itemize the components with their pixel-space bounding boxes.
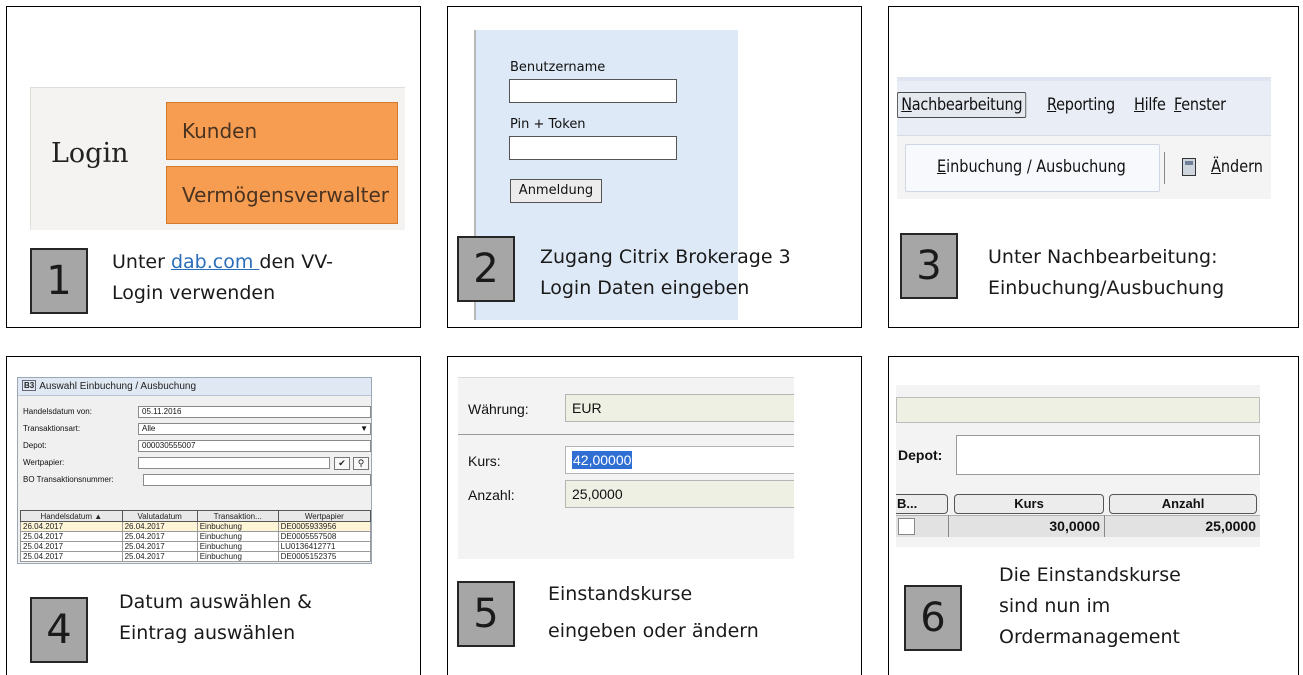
order-management-screenshot: Depot: B... Kurs Anzahl 30,0000 25,0000 — [896, 385, 1260, 547]
currency-label: Währung: — [468, 401, 529, 417]
bo-transaction-number-field[interactable] — [143, 474, 371, 486]
calculator-icon — [1182, 158, 1196, 176]
login-label: Login — [51, 138, 129, 169]
submenu-toolbar: Einbuchung / Ausbuchung Ändern — [897, 135, 1271, 199]
column-header[interactable]: Valutadatum — [121, 510, 198, 522]
menu-bar: Nachbearbeitung Reporting Hilfe Fenster — [897, 77, 1271, 135]
field-label: Wertpapier: — [23, 458, 65, 467]
step-4-panel: B3 Auswahl Einbuchung / Ausbuchung Handel… — [6, 356, 421, 675]
step-caption: Die Einstandskurse sind nun im Ordermana… — [999, 564, 1181, 648]
security-field[interactable] — [138, 457, 330, 469]
menu-reporting[interactable]: Reporting — [1047, 95, 1115, 115]
dab-login-screenshot: Login Kunden Vermögensverwalter — [30, 87, 405, 230]
column-header[interactable]: Wertpapier — [277, 510, 371, 522]
separator — [1164, 152, 1165, 184]
window-title: B3 Auswahl Einbuchung / Ausbuchung — [18, 378, 371, 396]
price-field[interactable]: 42,00000 — [565, 446, 794, 474]
menu-screenshot: Nachbearbeitung Reporting Hilfe Fenster … — [897, 77, 1271, 225]
table-row[interactable]: 26.04.2017 26.04.2017 Einbuchung DE00059339… — [20, 521, 371, 532]
step-caption: Zugang Citrix Brokerage 3 Login Daten ei… — [540, 246, 791, 299]
step-3-panel: Nachbearbeitung Reporting Hilfe Fenster … — [888, 6, 1299, 328]
booking-selection-screenshot: B3 Auswahl Einbuchung / Ausbuchung Handel… — [17, 377, 372, 564]
currency-field[interactable]: EUR — [565, 394, 794, 422]
login-button[interactable]: Anmeldung — [510, 179, 602, 203]
menu-nachbearbeitung[interactable]: Nachbearbeitung — [897, 92, 1027, 118]
step-number: 1 — [30, 248, 88, 314]
quantity-cell: 25,0000 — [1205, 518, 1256, 534]
step-number: 5 — [457, 581, 515, 647]
step-caption: Einstandskurse eingeben oder ändern — [548, 583, 759, 642]
step-caption: Unter dab.com den VV- Login verwenden — [112, 251, 333, 304]
column-header[interactable]: Transaktion... — [196, 510, 279, 522]
step-number: 2 — [457, 236, 515, 302]
aendern-button[interactable]: Ändern — [1211, 157, 1263, 177]
column-header-kurs[interactable]: Kurs — [954, 494, 1104, 514]
step-6-panel: Depot: B... Kurs Anzahl 30,0000 25,0000 … — [888, 356, 1299, 675]
transaction-type-select[interactable]: Alle ▼ — [138, 423, 371, 435]
binoculars-icon[interactable]: ⚲ — [353, 457, 369, 470]
step-caption: Unter Nachbearbeitung: Einbuchung/Ausbuc… — [988, 246, 1225, 299]
step-number: 3 — [900, 233, 958, 299]
depot-field[interactable] — [956, 435, 1260, 475]
header-field — [896, 397, 1260, 423]
step-1-panel: Login Kunden Vermögensverwalter 1 Unter … — [6, 6, 421, 328]
depot-field[interactable]: 000030555007 — [138, 440, 371, 452]
table-row[interactable]: 25.04.2017 25.04.2017 Einbuchung DE00051523… — [20, 551, 371, 562]
check-icon[interactable]: ✔ — [334, 457, 350, 470]
field-label: Handelsdatum von: — [23, 407, 92, 416]
column-header-anzahl[interactable]: Anzahl — [1109, 494, 1257, 514]
asset-manager-login-button[interactable]: Vermögensverwalter — [166, 166, 398, 224]
divider — [458, 434, 794, 435]
step-number: 4 — [30, 597, 88, 663]
cell-divider — [1104, 515, 1105, 537]
price-cell: 30,0000 — [1049, 518, 1100, 534]
column-header[interactable]: Handelsdatum ▲ — [20, 510, 123, 522]
chevron-down-icon[interactable]: ▼ — [360, 424, 368, 434]
table-row[interactable]: 25.04.2017 25.04.2017 Einbuchung LU01364127… — [20, 541, 371, 552]
einbuchung-ausbuchung-label: Einbuchung / Ausbuchung — [937, 157, 1126, 177]
field-label: Depot: — [23, 441, 47, 450]
transactions-table: Handelsdatum ▲ Valutadatum Transaktion..… — [20, 510, 371, 562]
app-icon: B3 — [22, 380, 37, 391]
cost-price-screenshot: Währung: EUR Kurs: 42,00000 Anzahl: 25,0… — [458, 377, 794, 559]
field-label: Transaktionsart: — [23, 424, 81, 433]
step-5-panel: Währung: EUR Kurs: 42,00000 Anzahl: 25,0… — [447, 356, 862, 675]
step-caption: Datum auswählen & Eintrag auswählen — [119, 591, 312, 644]
username-field[interactable] — [509, 79, 677, 103]
table-row[interactable]: 25.04.2017 25.04.2017 Einbuchung DE00055575… — [20, 531, 371, 542]
step-number: 6 — [904, 585, 962, 651]
trade-date-from-field[interactable]: 05.11.2016 — [138, 406, 371, 418]
price-label: Kurs: — [468, 453, 501, 469]
pin-label: Pin + Token — [510, 117, 586, 132]
column-header[interactable]: B... — [896, 494, 948, 514]
field-label: BO Transaktionsnummer: — [23, 475, 114, 484]
step-2-panel: Benutzername Pin + Token Anmeldung 2 Zug… — [447, 6, 862, 328]
menu-fenster[interactable]: Fenster — [1174, 95, 1226, 115]
pin-token-field[interactable] — [509, 136, 677, 160]
cell-divider — [948, 515, 949, 537]
quantity-label: Anzahl: — [468, 487, 515, 503]
dab-link[interactable]: dab.com — [171, 251, 259, 273]
quantity-field[interactable]: 25,0000 — [565, 480, 794, 508]
menu-hilfe[interactable]: Hilfe — [1134, 95, 1166, 115]
customers-login-button[interactable]: Kunden — [166, 102, 398, 160]
username-label: Benutzername — [510, 60, 606, 75]
depot-label: Depot: — [898, 447, 943, 463]
row-checkbox[interactable] — [898, 518, 915, 535]
